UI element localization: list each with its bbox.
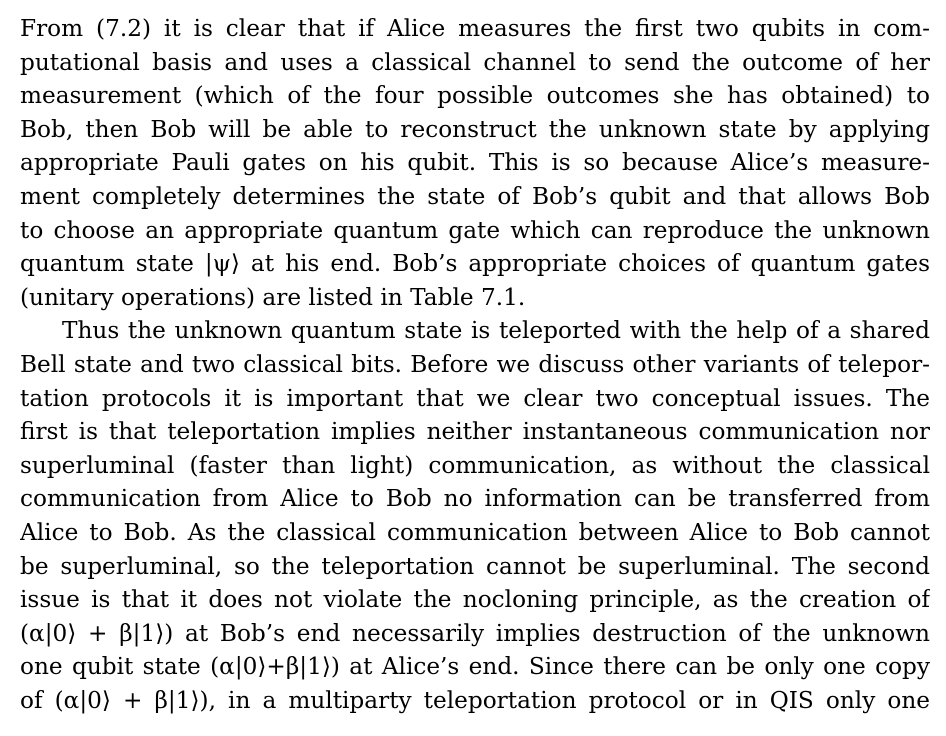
text-line: From (7.2) it is clear that if Alice mea… [20, 15, 930, 42]
text-line: issue is that it does not violate the no… [20, 586, 930, 614]
text-line: Alice to Bob. As the classical communica… [20, 518, 930, 546]
text-line: of (α|0⟩ + β|1⟩), in a multiparty telepo… [20, 686, 930, 714]
text-line: Bob, then Bob will be able to reconstruc… [20, 115, 930, 143]
document-page: From (7.2) it is clear that if Alice mea… [20, 12, 930, 717]
text-line: measurement (which of the four possible … [20, 82, 930, 110]
text-line: putational basis and uses a classical ch… [20, 48, 930, 76]
text-line: tation protocols it is important that we… [20, 384, 930, 412]
text-line: one qubit state (α|0⟩+β|1⟩) at Alice’s e… [20, 653, 930, 681]
text-line: ment completely determines the state of … [20, 182, 930, 210]
text-line: Bell state and two classical bits. Befor… [20, 350, 930, 378]
text-line: superluminal (faster than light) communi… [20, 451, 930, 479]
paragraph-2: Thus the unknown quantum state is telepo… [20, 314, 930, 717]
text-line: appropriate Pauli gates on his qubit. Th… [20, 149, 930, 177]
text-line: communication from Alice to Bob no infor… [20, 485, 930, 513]
text-line: (unitary operations) are listed in Table… [20, 283, 526, 311]
text-line: (α|0⟩ + β|1⟩) at Bob’s end necessarily i… [20, 619, 930, 647]
text-line: Thus the unknown quantum state is telepo… [62, 317, 930, 345]
paragraph-1: From (7.2) it is clear that if Alice mea… [20, 12, 930, 314]
text-line: quantum state |ψ⟩ at his end. Bob’s appr… [20, 250, 930, 278]
text-line: to choose an appropriate quantum gate wh… [20, 216, 930, 244]
text-line: be superluminal, so the teleportation ca… [20, 552, 930, 580]
text-line: first is that teleportation implies neit… [20, 418, 930, 446]
